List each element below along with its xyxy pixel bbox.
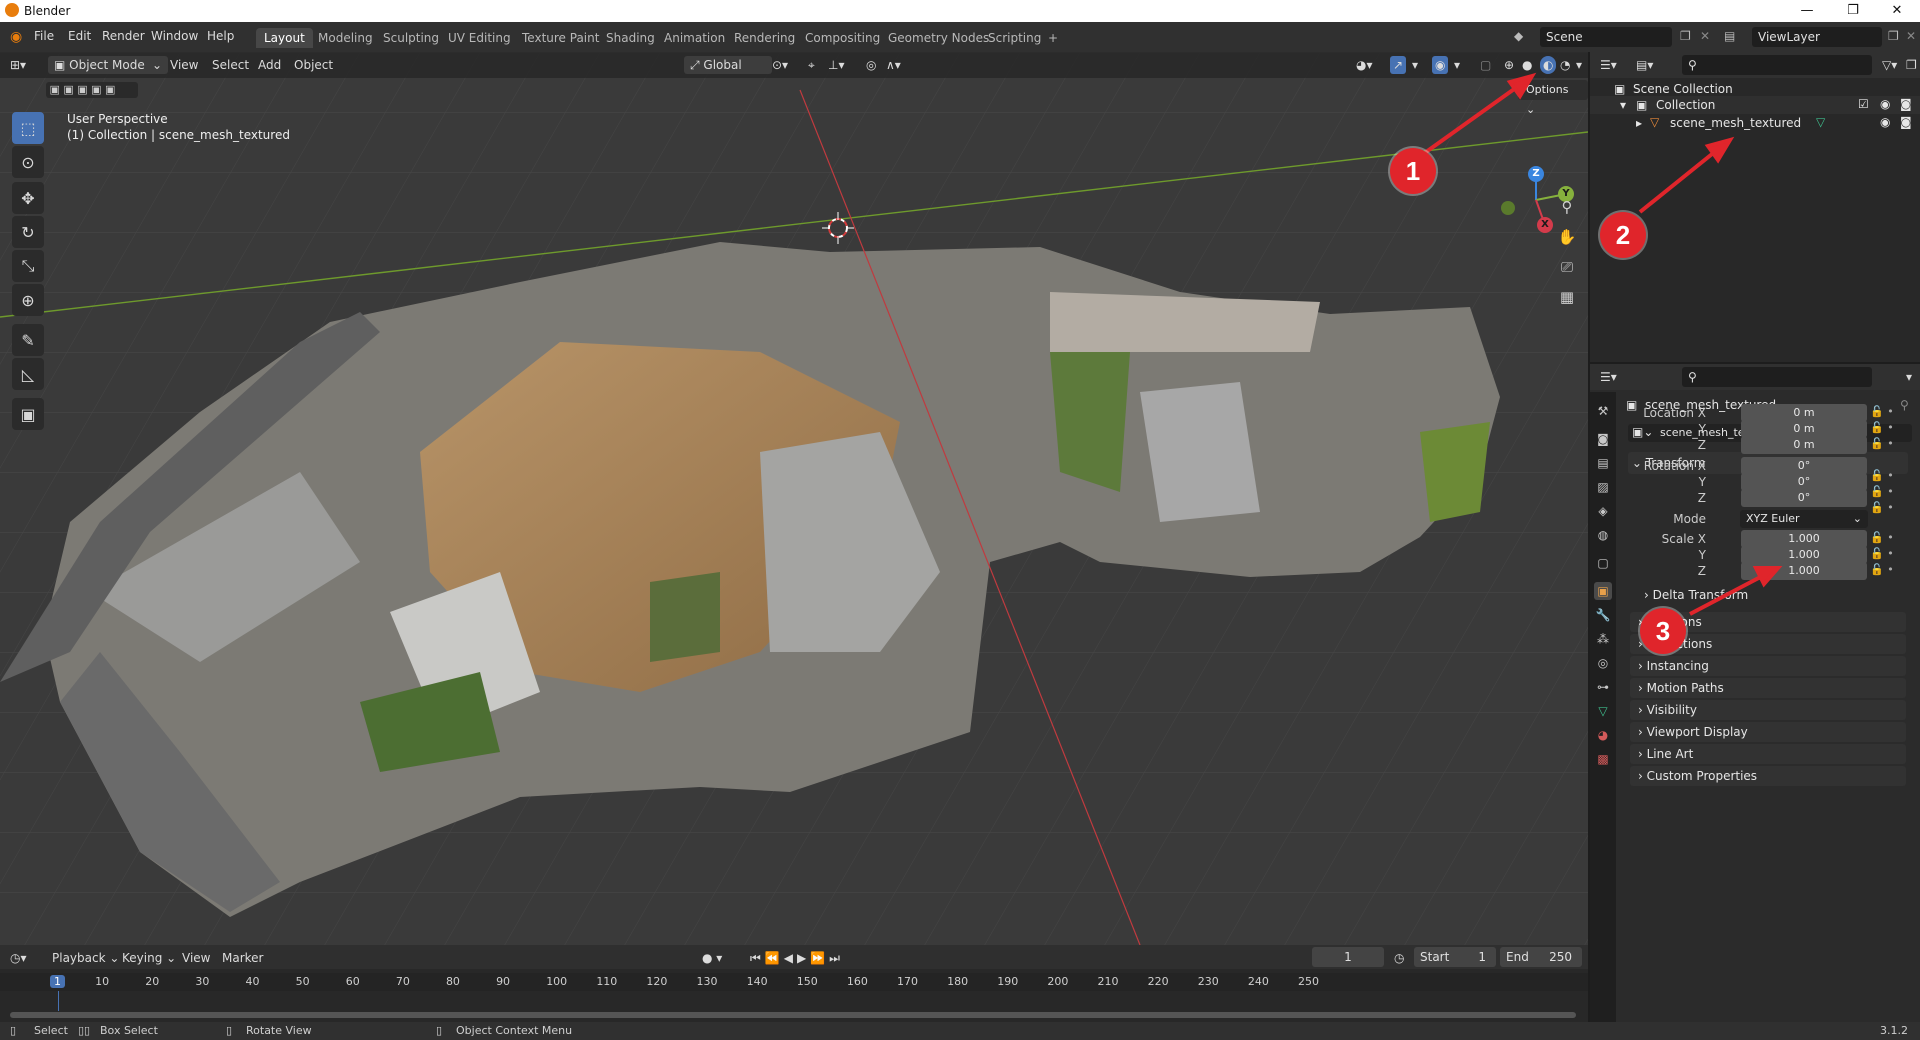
annotation-arrows bbox=[1424, 72, 1783, 616]
annotation-badge-1: 1 bbox=[1390, 148, 1436, 194]
annotation-badge-3: 3 bbox=[1640, 608, 1686, 654]
annotation-badge-2: 2 bbox=[1600, 212, 1646, 258]
